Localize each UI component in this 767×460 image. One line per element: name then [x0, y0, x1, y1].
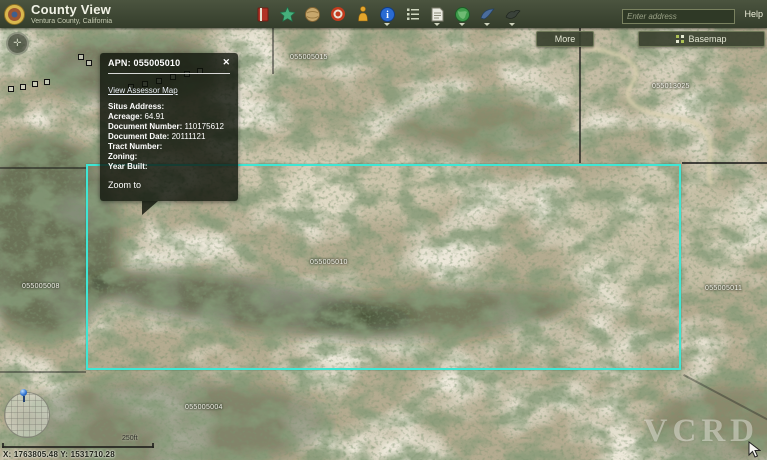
survey-marker [78, 54, 84, 60]
watermark: VCRD [644, 413, 759, 450]
coordinates-readout: X: 1763805.48 Y: 1531710.28 [3, 450, 115, 459]
pan-icon: ✛ [13, 38, 21, 49]
location-pin-icon [20, 389, 27, 402]
parcel-info-popup: APN: 055005010 ✕ View Assessor Map Situs… [100, 53, 238, 201]
locate-target-icon[interactable] [329, 2, 346, 26]
field-document-number: Document Number: 110175612 [108, 122, 230, 132]
parcel-label: 055005008 [22, 283, 60, 290]
green-globe-icon[interactable] [454, 2, 471, 26]
mouse-cursor-icon [748, 441, 761, 458]
dropdown-caret-icon [484, 23, 490, 26]
basemap-button-label: Basemap [688, 34, 726, 44]
report-page-icon[interactable] [429, 2, 446, 26]
more-button-label: More [555, 34, 576, 44]
dropdown-caret-icon [434, 23, 440, 26]
legend-list-icon[interactable] [404, 2, 421, 26]
field-situs-address: Situs Address: [108, 102, 230, 112]
basemap-button[interactable]: Basemap [638, 31, 765, 47]
county-view-app: 055005015 055013025 055005008 055005010 … [0, 0, 767, 460]
survey-marker [20, 84, 26, 90]
close-icon[interactable]: ✕ [222, 58, 230, 67]
field-year-built: Year Built: [108, 162, 230, 172]
parcel-label: 055005011 [705, 285, 742, 292]
field-document-date: Document Date: 20111121 [108, 132, 230, 142]
parcel-label: 055005004 [185, 404, 223, 411]
zoom-to-button[interactable]: Zoom to [108, 180, 141, 190]
dropdown-caret-icon [384, 23, 390, 26]
field-acreage: Acreage: 64.91 [108, 112, 230, 122]
bookmarks-icon[interactable] [254, 2, 271, 26]
parcel-line [579, 28, 581, 163]
water-swoosh-icon[interactable] [479, 2, 496, 26]
overview-locator[interactable] [4, 392, 50, 438]
survey-marker [44, 79, 50, 85]
parcel-line [272, 28, 274, 74]
info-icon[interactable]: i [379, 2, 396, 26]
header-bar: County View Ventura County, California i [0, 0, 767, 28]
survey-marker [32, 81, 38, 87]
field-zoning: Zoning: [108, 152, 230, 162]
locator-grid [5, 393, 49, 437]
svg-text:i: i [386, 10, 389, 21]
basemap-sphere-icon[interactable] [304, 2, 321, 26]
county-seal-logo [4, 4, 25, 25]
dropdown-caret-icon [459, 23, 465, 26]
field-tract-number: Tract Number: [108, 142, 230, 152]
app-title: County View [31, 3, 112, 16]
popup-title: APN: 055005010 [108, 58, 180, 68]
parcel-line [0, 371, 86, 373]
identify-person-icon[interactable] [354, 2, 371, 26]
basemap-grid-icon [676, 35, 684, 43]
app-subtitle: Ventura County, California [31, 18, 112, 25]
scale-label: 250ft [122, 435, 138, 442]
pan-control[interactable]: ✛ [6, 32, 29, 55]
more-button[interactable]: More [536, 31, 594, 47]
survey-marker [8, 86, 14, 92]
parcel-label: 055005015 [290, 54, 328, 61]
popup-tail [142, 201, 158, 215]
survey-marker [86, 60, 92, 66]
parcel-line [682, 162, 767, 164]
wildlife-icon[interactable] [504, 2, 521, 26]
toolbar: i [254, 0, 521, 28]
parcel-label: 055013025 [652, 83, 690, 90]
dropdown-caret-icon [509, 23, 515, 26]
help-link[interactable]: Help [744, 9, 763, 19]
search-input[interactable] [622, 9, 735, 24]
draw-tools-icon[interactable] [279, 2, 296, 26]
parcel-line [0, 167, 86, 169]
assessor-map-link[interactable]: View Assessor Map [108, 86, 178, 95]
